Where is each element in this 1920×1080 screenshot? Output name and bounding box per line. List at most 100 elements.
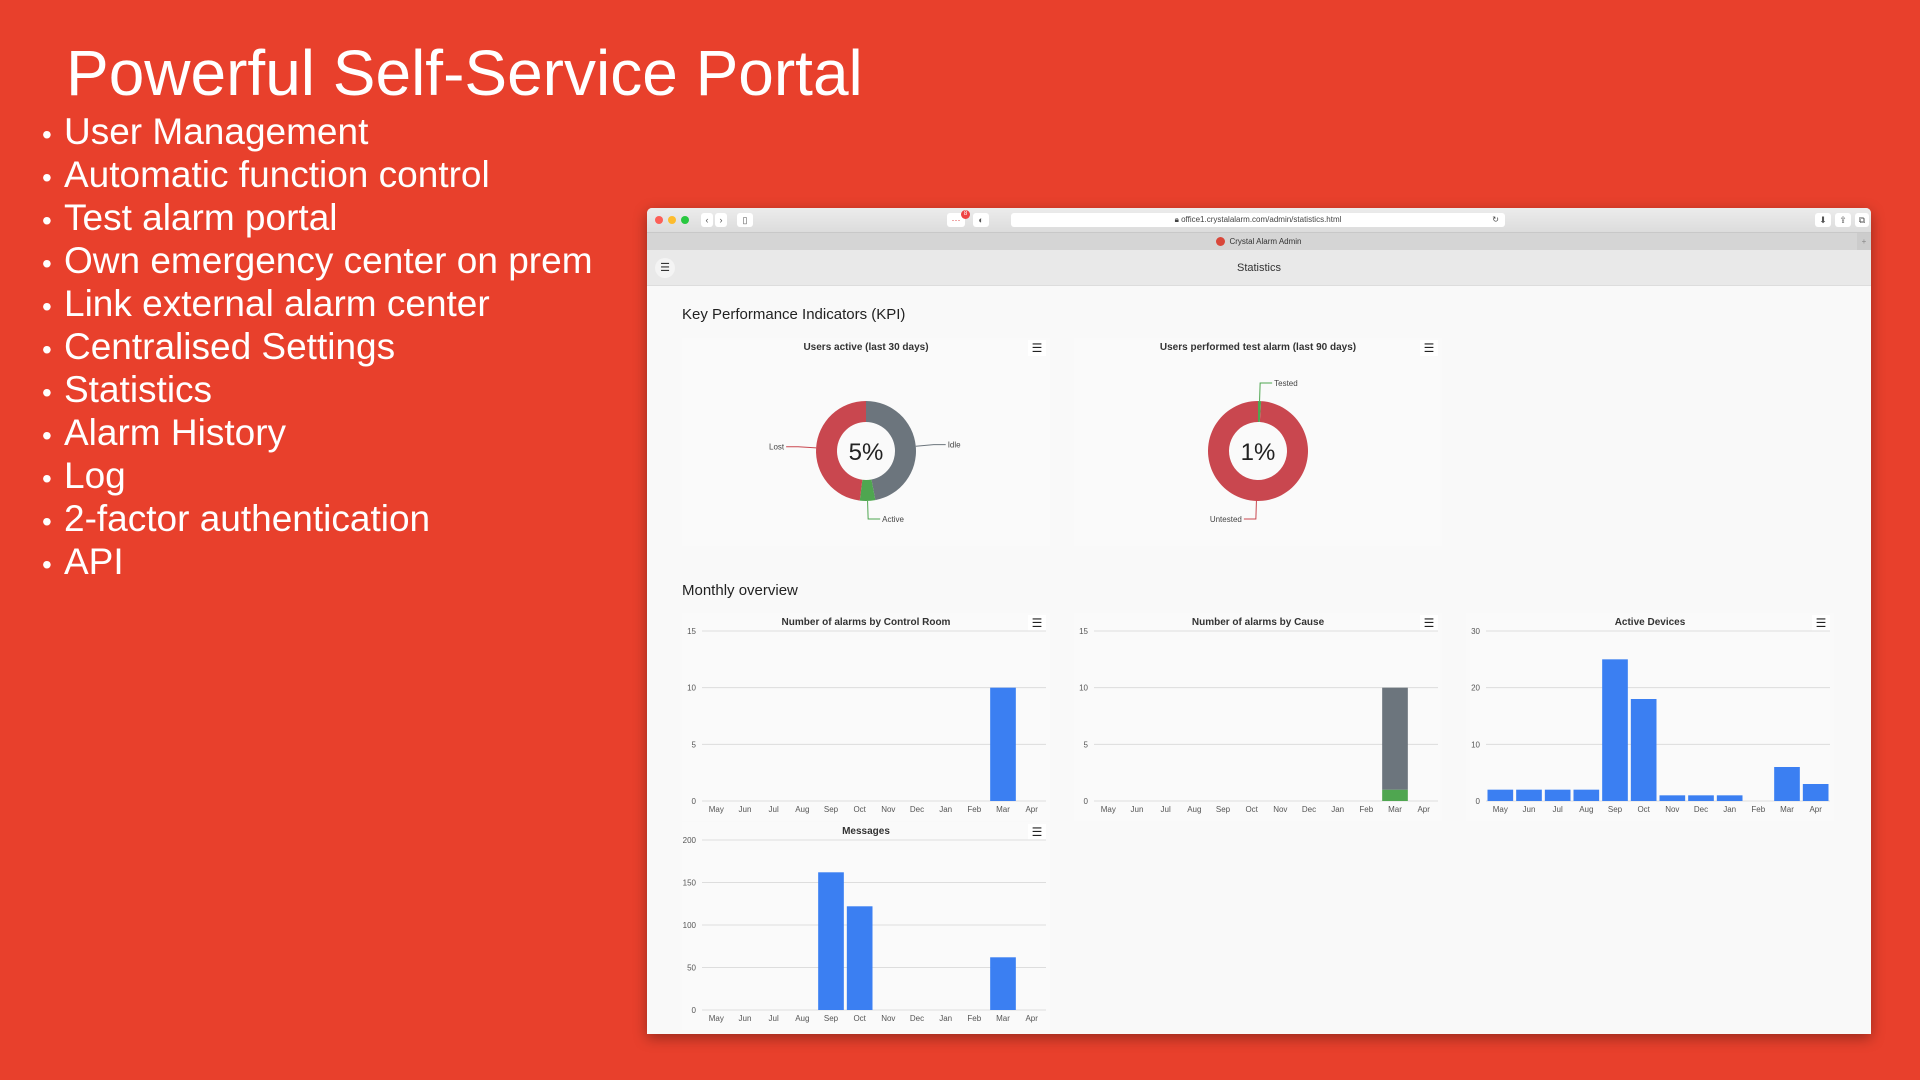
kpi-chart-1-svg: Tested Untested 1% [1208,379,1308,524]
tab-crystal-alarm-admin[interactable]: Crystal Alarm Admin + [647,232,1871,251]
feature-label: Statistics [64,369,213,410]
bullet-icon: • [42,377,52,408]
y-tick-label: 10 [687,684,696,693]
bullet-icon: • [42,119,52,150]
x-tick-label: Sep [824,1014,839,1023]
bar-chart-1-svg: 0 5 10 15 May Jun Jul Aug Sep Oct Nov Dec Jan Feb Mar A… [1079,627,1438,814]
bar-mar [1382,789,1408,801]
x-tick-label: Jul [1553,805,1563,814]
x-tick-label: Apr [1809,805,1822,814]
share-icon[interactable]: ⇪ [1835,213,1851,227]
x-tick-label: Nov [1273,805,1287,814]
x-tick-label: Feb [1359,805,1373,814]
sidebar-icon[interactable]: ▯ [737,213,753,227]
bar-chart-2: Active Devices ☰ 0 10 20 30 May Jun Jul Aug Sep Oct… [1466,613,1834,821]
bar-mar [1382,687,1408,790]
slice-label: Idle [948,441,961,450]
feature-item: • Log [42,454,593,497]
bar-chart-3-svg: 0 50 100 150 200 May Jun Jul Aug Sep Oct Nov Dec Jan F… [683,836,1046,1023]
bar-jul [1544,789,1571,801]
x-tick-label: Dec [1302,805,1316,814]
x-tick-label: Jul [769,1014,779,1023]
forward-button[interactable]: › [715,213,727,227]
tabs-icon[interactable]: ⧉ [1855,213,1869,227]
bar-sep [818,872,844,1010]
back-button[interactable]: ‹ [701,213,713,227]
x-tick-label: Feb [1751,805,1765,814]
y-tick-label: 10 [1471,740,1480,749]
tab-title: Crystal Alarm Admin [1229,237,1302,246]
x-tick-label: May [709,805,724,814]
address-bar[interactable]: 🔒︎ office1.crystalalarm.com/admin/statis… [1011,213,1505,227]
bar-chart-3: Messages ☰ 0 50 100 150 200 May Jun Jul Aug Sep Oct N… [682,822,1050,1030]
y-tick-label: 0 [1476,797,1481,806]
label-connector [915,444,946,447]
bar-apr [1802,784,1829,801]
donut-center-value: 5% [849,439,884,466]
x-tick-label: Jan [939,805,952,814]
feature-item: • Test alarm portal [42,196,593,239]
feature-label: Test alarm portal [64,197,338,238]
y-tick-label: 10 [1079,684,1088,693]
x-tick-label: Aug [1187,805,1201,814]
x-tick-label: Aug [1579,805,1593,814]
menu-icon[interactable]: ☰ [655,258,675,278]
kpi-chart-0-svg: Idle Active Lost 5% [769,401,961,524]
x-tick-label: Mar [996,1014,1010,1023]
x-tick-label: May [1101,805,1116,814]
minimize-window-button[interactable] [668,216,676,224]
bullet-icon: • [42,549,52,580]
maximize-window-button[interactable] [681,216,689,224]
label-connector [786,446,817,449]
x-tick-label: Jan [1723,805,1736,814]
page-title: Statistics [1236,262,1281,274]
y-tick-label: 0 [692,1006,697,1015]
slice-label: Untested [1210,515,1242,524]
x-tick-label: Mar [1780,805,1794,814]
feature-label: Centralised Settings [64,326,396,367]
url-text: office1.crystalalarm.com/admin/statistic… [1181,215,1342,224]
kpi-chart-0: Users active (last 30 days) ☰ Idle Active Lo… [682,338,1050,546]
y-tick-label: 0 [1084,797,1089,806]
x-tick-label: Nov [881,1014,895,1023]
feature-label: 2-factor authentication [64,498,431,539]
slice-label: Active [882,515,904,524]
bullet-icon: • [42,334,52,365]
x-tick-label: Jun [1523,805,1536,814]
x-tick-label: Jul [1161,805,1171,814]
bar-chart-1: Number of alarms by Cause ☰ 0 5 10 15 May Jun Ju… [1074,613,1442,821]
app-header: ☰ Statistics [647,250,1871,286]
bullet-icon: • [42,248,52,279]
privacy-icon[interactable]: ◐ [973,213,989,227]
label-connector [867,500,881,520]
bullet-icon: • [42,463,52,494]
close-window-button[interactable] [655,216,663,224]
bar-sep [1602,659,1628,801]
x-tick-label: Apr [1417,805,1430,814]
new-tab-button[interactable]: + [1857,233,1871,251]
x-tick-label: Apr [1025,805,1038,814]
y-tick-label: 5 [692,740,697,749]
bar-mar [990,957,1016,1010]
feature-item: • User Management [42,110,593,153]
download-icon[interactable]: ⬇ [1815,213,1831,227]
y-tick-label: 15 [687,627,696,636]
feature-label: API [64,541,124,582]
feature-label: Link external alarm center [64,283,490,324]
reload-icon[interactable]: ↻ [1492,213,1499,227]
bar-jan [1716,795,1743,801]
bar-mar [990,687,1016,801]
slice-label: Tested [1274,379,1298,388]
feature-item: • Link external alarm center [42,282,593,325]
monthly-heading: Monthly overview [682,582,798,599]
x-tick-label: Aug [795,1014,809,1023]
bar-chart-2-svg: 0 10 20 30 May Jun Jul Aug Sep Oct Nov Dec Jan Feb Mar… [1471,627,1830,814]
feature-label: Own emergency center on prem [64,240,593,281]
x-tick-label: Aug [795,805,809,814]
x-tick-label: Jun [739,1014,752,1023]
y-tick-label: 100 [683,921,697,930]
feature-item: • Alarm History [42,411,593,454]
label-connector [1243,500,1257,520]
y-tick-label: 50 [687,964,696,973]
bar-aug [1573,789,1600,801]
